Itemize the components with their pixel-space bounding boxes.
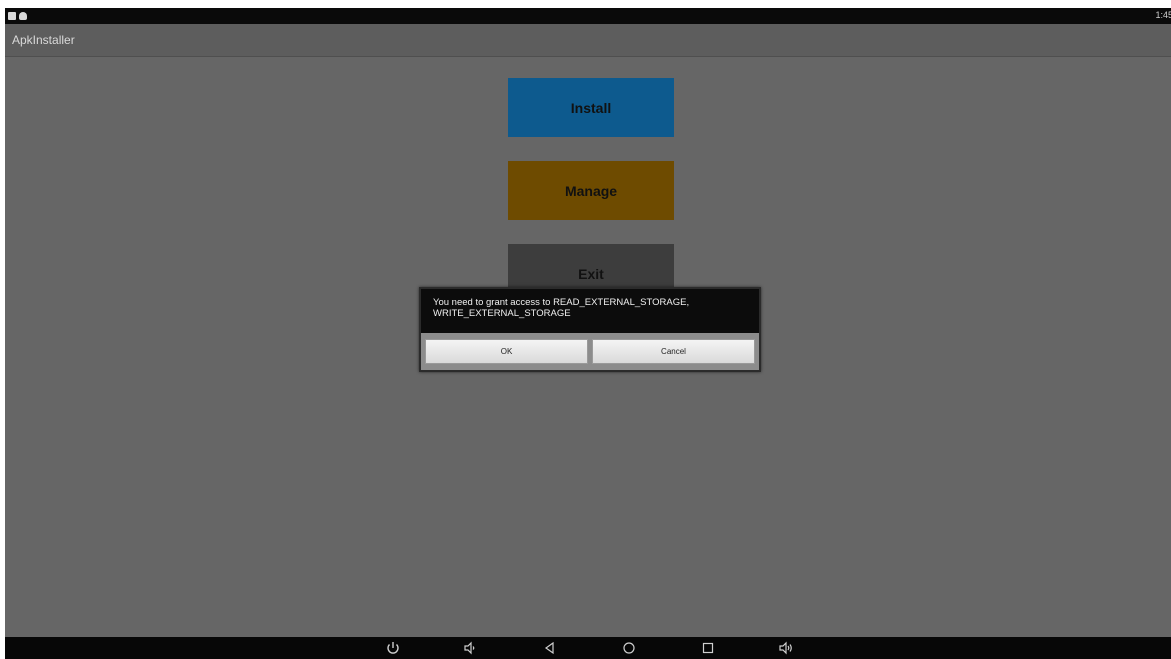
- manage-button-label: Manage: [564, 182, 618, 199]
- dialog-message-line-1: You need to grant access to READ_EXTERNA…: [433, 297, 690, 308]
- status-time: 1:45: [1155, 10, 1171, 20]
- power-icon[interactable]: [385, 640, 401, 656]
- install-button[interactable]: Install: [508, 78, 674, 137]
- android-icon: [19, 12, 27, 20]
- permission-dialog: You need to grant access to READ_EXTERNA…: [419, 287, 761, 372]
- exit-button-label: Exit: [578, 266, 604, 282]
- app-title: ApkInstaller: [12, 33, 75, 47]
- ok-button-label: OK: [500, 347, 513, 356]
- home-icon[interactable]: [621, 640, 637, 656]
- manage-button[interactable]: Manage: [508, 161, 674, 220]
- cancel-button-label: Cancel: [661, 347, 686, 356]
- volume-down-icon[interactable]: [462, 640, 478, 656]
- sd-card-icon: [8, 12, 16, 20]
- status-bar: 1:45: [5, 8, 1171, 24]
- install-button-label: Install: [570, 99, 612, 116]
- cancel-button[interactable]: Cancel: [592, 339, 755, 364]
- navigation-bar: [5, 637, 1171, 659]
- action-bar: ApkInstaller: [5, 24, 1171, 57]
- recents-icon[interactable]: [700, 640, 716, 656]
- volume-up-icon[interactable]: [778, 640, 794, 656]
- dialog-message-line-2: WRITE_EXTERNAL_STORAGE: [433, 308, 571, 319]
- device-screen: 1:45 ApkInstaller Install Manage Exit Yo…: [5, 8, 1171, 659]
- back-icon[interactable]: [542, 640, 558, 656]
- dialog-message: You need to grant access to READ_EXTERNA…: [421, 289, 759, 333]
- ok-button[interactable]: OK: [425, 339, 588, 364]
- dialog-button-bar: OK Cancel: [421, 333, 759, 370]
